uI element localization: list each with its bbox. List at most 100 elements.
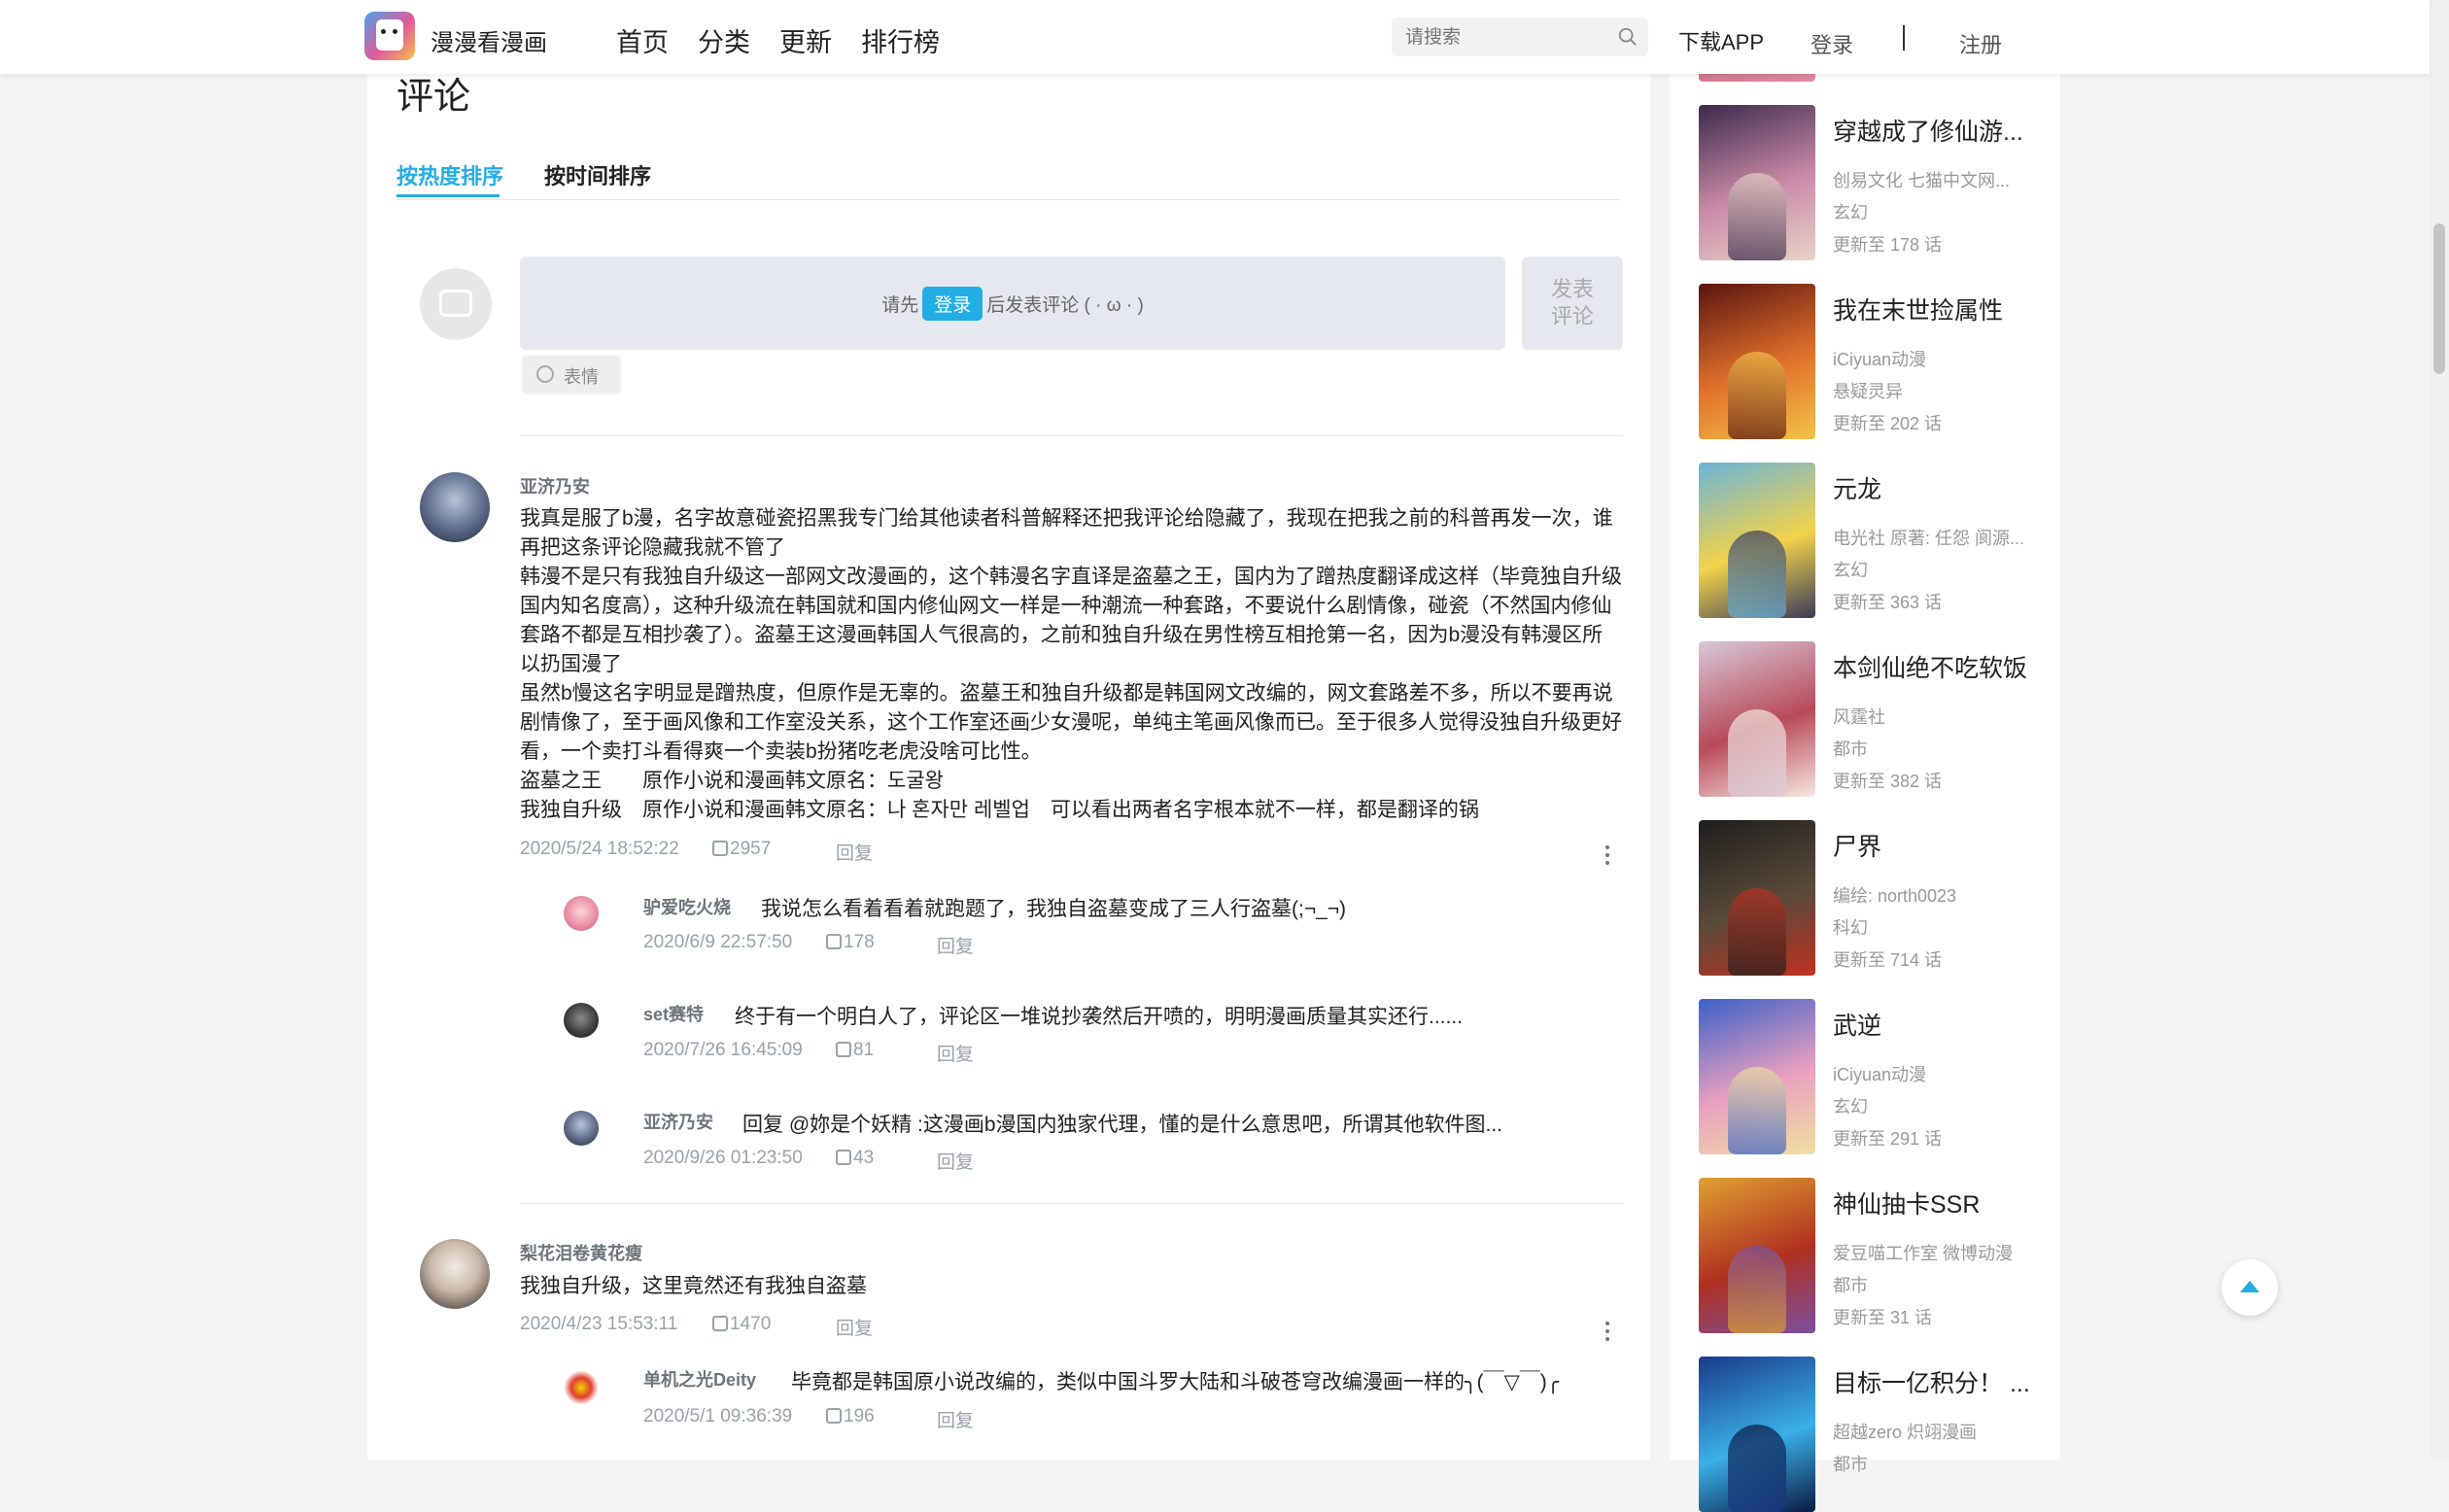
tab-sort-by-hot[interactable]: 按热度排序: [397, 159, 503, 190]
cover-figure: [1728, 531, 1786, 618]
download-app-link[interactable]: 下载APP: [1678, 25, 1764, 56]
tab-sort-by-time[interactable]: 按时间排序: [544, 159, 651, 190]
like-button[interactable]: 2957: [712, 839, 771, 860]
avatar[interactable]: [420, 1239, 490, 1309]
comic-update-status: 更新至 363 话: [1833, 593, 1943, 612]
comic-cover[interactable]: [1699, 1357, 1815, 1512]
reply-username[interactable]: 驴爱吃火烧: [643, 894, 731, 919]
comic-title[interactable]: 本剑仙绝不吃软饭: [1833, 649, 2027, 684]
cover-figure: [1728, 173, 1786, 260]
comic-update-status: 更新至 382 话: [1833, 772, 1943, 791]
comic-cover[interactable]: [1699, 463, 1815, 618]
login-link[interactable]: 登录: [1811, 28, 1853, 59]
comic-authors: 编绘: north0023: [1833, 886, 1957, 906]
comic-title[interactable]: 武逆: [1833, 1007, 1881, 1042]
avatar[interactable]: [564, 1111, 599, 1146]
comic-authors: 风霆社: [1833, 707, 1885, 727]
cover-figure: [1728, 1067, 1786, 1154]
reply-button[interactable]: 回复: [836, 839, 873, 865]
comic-title[interactable]: 元龙: [1833, 470, 1881, 505]
more-options-icon[interactable]: [1605, 1329, 1609, 1333]
comic-update-status: 更新至 31 话: [1833, 1308, 1933, 1327]
comic-genre: 玄幻: [1833, 1097, 1868, 1117]
register-link[interactable]: 注册: [1959, 28, 2002, 59]
comic-cover[interactable]: [1699, 999, 1815, 1154]
scrollbar[interactable]: [2430, 0, 2449, 1460]
current-user-avatar: [420, 268, 492, 340]
comment-paragraph: 我独自升级，这里竟然还有我独自盗墓: [520, 1275, 867, 1297]
comment-time: 2020/4/23 15:53:11: [520, 1314, 678, 1334]
reply-username[interactable]: 亚济乃安: [643, 1109, 713, 1134]
top-nav-bar: 漫漫看漫画 首页 分类 更新 排行榜 下载APP 登录 注册: [0, 0, 2430, 74]
reply-button[interactable]: 回复: [836, 1314, 873, 1340]
like-button[interactable]: 178: [826, 932, 875, 953]
avatar[interactable]: [564, 896, 599, 931]
site-name[interactable]: 漫漫看漫画: [431, 23, 547, 57]
like-button[interactable]: 1470: [712, 1314, 771, 1335]
app-logo[interactable]: [364, 12, 415, 60]
comment-paragraph: 虽然b慢这名字明显是蹭热度，但原作是无辜的。盗墓王和独自升级都是韩国网文改编的，…: [520, 682, 1622, 763]
reply-button[interactable]: 回复: [937, 1406, 974, 1432]
comic-cover[interactable]: [1699, 105, 1815, 260]
comic-title[interactable]: 穿越成了修仙游...: [1833, 113, 2023, 148]
comic-title[interactable]: 尸界: [1833, 828, 1881, 863]
comment-separator: [520, 435, 1623, 436]
comic-cover[interactable]: [1699, 1178, 1815, 1333]
inline-login-button[interactable]: 登录: [922, 287, 983, 321]
comic-update-status: 更新至 178 话: [1833, 235, 1943, 255]
search-box: [1392, 17, 1648, 58]
search-input[interactable]: [1403, 17, 1611, 58]
reply-button[interactable]: 回复: [937, 932, 974, 958]
comment-paragraph: 韩漫不是只有我独自升级这一部网文改漫画的，这个韩漫名字直译是盗墓之王，国内为了蹭…: [520, 566, 1622, 675]
comment-username[interactable]: 亚济乃安: [520, 473, 590, 498]
like-button[interactable]: 81: [836, 1040, 874, 1061]
comic-genre: 都市: [1833, 739, 1868, 759]
nav-ranking[interactable]: 排行榜: [861, 21, 940, 59]
nav-update[interactable]: 更新: [779, 21, 832, 59]
comic-title[interactable]: 神仙抽卡SSR: [1833, 1186, 1980, 1220]
nav-home[interactable]: 首页: [616, 21, 669, 59]
emoji-button-label: 表情: [564, 367, 599, 387]
comic-authors: 电光社 原著: 任怨 阆源...: [1833, 529, 2025, 548]
scrollbar-thumb[interactable]: [2433, 223, 2445, 374]
avatar[interactable]: [564, 1003, 599, 1038]
comic-genre: 悬疑灵异: [1833, 382, 1903, 401]
post-comment-button[interactable]: 发表 评论: [1522, 257, 1623, 350]
comment-paragraph: 我真是服了b漫，名字故意碰瓷招黑我专门给其他读者科普解释还把我评论给隐藏了，我现…: [520, 507, 1613, 559]
comic-genre: 玄幻: [1833, 203, 1868, 223]
link-divider: [1903, 25, 1905, 51]
reply-text: 我说怎么看着看着就跑题了，我独自盗墓变成了三人行盗墓(;¬_¬): [761, 898, 1347, 920]
avatar[interactable]: [420, 472, 490, 542]
comic-title[interactable]: 我在末世捡属性: [1833, 292, 2003, 326]
emoji-button[interactable]: 表情: [523, 356, 620, 393]
like-button[interactable]: 43: [836, 1148, 874, 1169]
like-button[interactable]: 196: [826, 1406, 875, 1427]
comic-cover[interactable]: [1699, 820, 1815, 976]
reply-button[interactable]: 回复: [937, 1040, 974, 1066]
comic-genre: 科幻: [1833, 918, 1868, 938]
comic-authors: 爱豆喵工作室 微博动漫: [1833, 1244, 2013, 1263]
search-icon[interactable]: [1617, 26, 1638, 48]
comic-authors: iCiyuan动漫: [1833, 1065, 1927, 1084]
thumbs-up-icon: [712, 841, 728, 856]
comic-cover[interactable]: [1699, 284, 1815, 439]
avatar[interactable]: [564, 1370, 599, 1405]
comment-input[interactable]: 请先 登录 后发表评论 ( · ω · ): [520, 257, 1505, 350]
comment-username[interactable]: 梨花泪卷黄花瘦: [520, 1240, 642, 1265]
back-to-top-button[interactable]: [2222, 1259, 2278, 1316]
reply-text: 终于有一个明白人了，评论区一堆说抄袭然后开喷的，明明漫画质量其实还行......: [735, 1006, 1464, 1028]
comic-authors: iCiyuan动漫: [1833, 350, 1927, 369]
reply-username[interactable]: set赛特: [643, 1001, 704, 1026]
comic-cover[interactable]: [1699, 641, 1815, 797]
cover-figure: [1728, 352, 1786, 439]
comment-body: 我真是服了b漫，名字故意碰瓷招黑我专门给其他读者科普解释还把我评论给隐藏了，我现…: [520, 504, 1623, 825]
thumbs-up-icon: [712, 1316, 728, 1331]
comment-body: 我独自升级，这里竟然还有我独自盗墓: [520, 1272, 1623, 1301]
reply-button[interactable]: 回复: [937, 1148, 974, 1174]
reply-username[interactable]: 单机之光Deity: [643, 1366, 756, 1392]
comment-separator: [520, 1203, 1623, 1204]
more-options-icon[interactable]: [1605, 853, 1609, 857]
comments-title: 评论: [397, 77, 471, 118]
nav-category[interactable]: 分类: [698, 21, 750, 59]
comic-title[interactable]: 目标一亿积分！ ...: [1833, 1364, 2030, 1399]
